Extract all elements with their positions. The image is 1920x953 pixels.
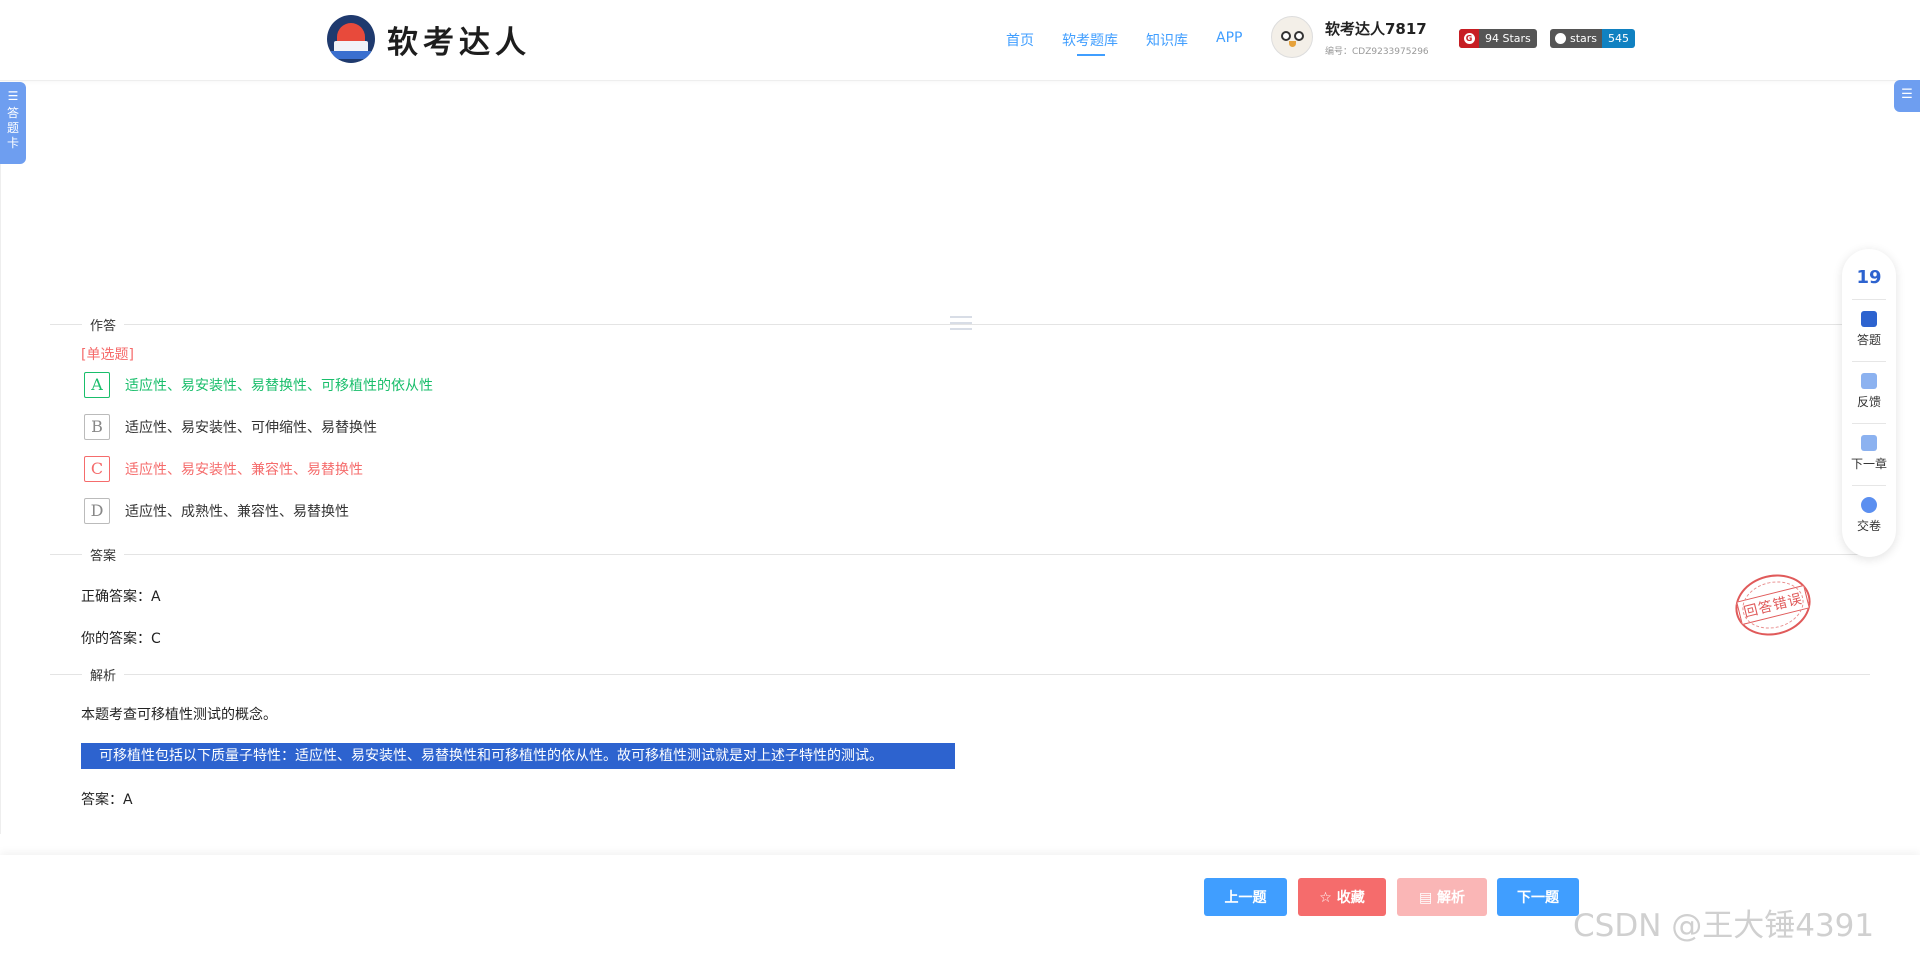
favorite-button[interactable]: ☆ 收藏 [1298, 878, 1386, 916]
main-nav: 首页 软考题库 知识库 APP [1006, 30, 1270, 56]
section-title-analysis: 解析 [82, 665, 125, 684]
answer-card-label: 答题卡 [6, 106, 19, 150]
analysis-highlight: 可移植性包括以下质量子特性：适应性、易安装性、易替换性和可移植性的依从性。故可移… [81, 743, 955, 769]
option-a[interactable]: A 适应性、易安装性、易替换性、可移植性的依从性 [84, 372, 433, 398]
nav-knowledge-base[interactable]: 知识库 [1146, 30, 1188, 50]
right-list-tab[interactable]: ☰ [1894, 80, 1920, 112]
analysis-answer: 答案：A [81, 792, 133, 808]
float-feedback-label: 反馈 [1856, 395, 1881, 409]
divider [50, 554, 1870, 555]
list-icon: ☰ [7, 89, 19, 103]
user-name: 软考达人7817 [1325, 19, 1427, 38]
option-letter: C [84, 456, 110, 482]
avatar[interactable] [1271, 16, 1313, 58]
logo-emblem-icon [327, 15, 375, 63]
logo-text: 软考达人 [387, 24, 531, 61]
question-type: [单选题] [81, 347, 134, 363]
drag-handle-icon[interactable] [950, 316, 972, 334]
floating-toolbar: 19 答题 反馈 下一章 交卷 [1842, 249, 1896, 557]
github-stars-badge[interactable]: stars 545 [1550, 29, 1636, 48]
option-d[interactable]: D 适应性、成熟性、兼容性、易替换性 [84, 498, 349, 524]
watermark: CSDN @王大锤4391 [1573, 908, 1875, 944]
analysis-button[interactable]: ▤ 解析 [1397, 878, 1487, 916]
site-logo[interactable]: 软考达人 [327, 15, 531, 63]
nav-question-bank[interactable]: 软考题库 [1062, 30, 1118, 56]
gitee-stars-text: 94 Stars [1485, 32, 1531, 45]
float-answer-label: 答题 [1856, 333, 1881, 347]
nav-app[interactable]: APP [1216, 30, 1242, 50]
stamp-text: 回答错误 [1736, 584, 1810, 626]
option-text: 适应性、成熟性、兼容性、易替换性 [125, 504, 349, 520]
float-next-chapter-button[interactable]: 下一章 [1842, 435, 1896, 472]
user-profile[interactable]: 软考达人7817 编号：CDZ9233975296 [1271, 16, 1429, 58]
analysis-intro: 本题考查可移植性测试的概念。 [81, 707, 277, 723]
prev-question-button[interactable]: 上一题 [1204, 878, 1287, 916]
option-c[interactable]: C 适应性、易安装性、兼容性、易替换性 [84, 456, 363, 482]
skip-next-icon [1861, 435, 1877, 451]
answer-icon [1861, 311, 1877, 327]
gitee-icon: G [1463, 33, 1475, 44]
list-icon: ☰ [1901, 87, 1913, 102]
feedback-icon [1861, 373, 1877, 389]
correct-answer: 正确答案：A [81, 589, 161, 605]
github-stars-count: 545 [1602, 29, 1636, 48]
wrong-answer-stamp: 回答错误 [1728, 566, 1818, 644]
float-submit-button[interactable]: 交卷 [1842, 497, 1896, 534]
github-stars-label: stars [1570, 32, 1598, 45]
float-submit-label: 交卷 [1856, 519, 1881, 533]
section-title-answer-area: 作答 [82, 315, 125, 334]
content-border [0, 164, 1, 834]
float-feedback-button[interactable]: 反馈 [1842, 373, 1896, 410]
option-letter: B [84, 414, 110, 440]
answer-card-tab[interactable]: ☰ 答题卡 [0, 82, 26, 164]
float-next-chapter-label: 下一章 [1850, 457, 1887, 471]
upload-icon [1861, 497, 1877, 513]
your-answer: 你的答案：C [81, 631, 161, 647]
option-b[interactable]: B 适应性、易安装性、可伸缩性、易替换性 [84, 414, 377, 440]
option-letter: A [84, 372, 110, 398]
github-icon [1555, 33, 1566, 44]
option-text: 适应性、易安装性、兼容性、易替换性 [125, 462, 363, 478]
question-count: 19 [1856, 267, 1882, 288]
option-text: 适应性、易安装性、易替换性、可移植性的依从性 [125, 378, 433, 394]
divider [50, 674, 1870, 675]
option-text: 适应性、易安装性、可伸缩性、易替换性 [125, 420, 377, 436]
float-answer-button[interactable]: 答题 [1842, 311, 1896, 348]
gitee-stars-badge[interactable]: G 94 Stars [1459, 29, 1537, 48]
top-header: 软考达人 首页 软考题库 知识库 APP 软考达人7817 编号：CDZ9233… [0, 0, 1920, 81]
user-id: 编号：CDZ9233975296 [1325, 46, 1429, 57]
nav-home[interactable]: 首页 [1006, 30, 1034, 50]
option-letter: D [84, 498, 110, 524]
next-question-button[interactable]: 下一题 [1497, 878, 1579, 916]
section-title-answer: 答案 [82, 545, 125, 564]
